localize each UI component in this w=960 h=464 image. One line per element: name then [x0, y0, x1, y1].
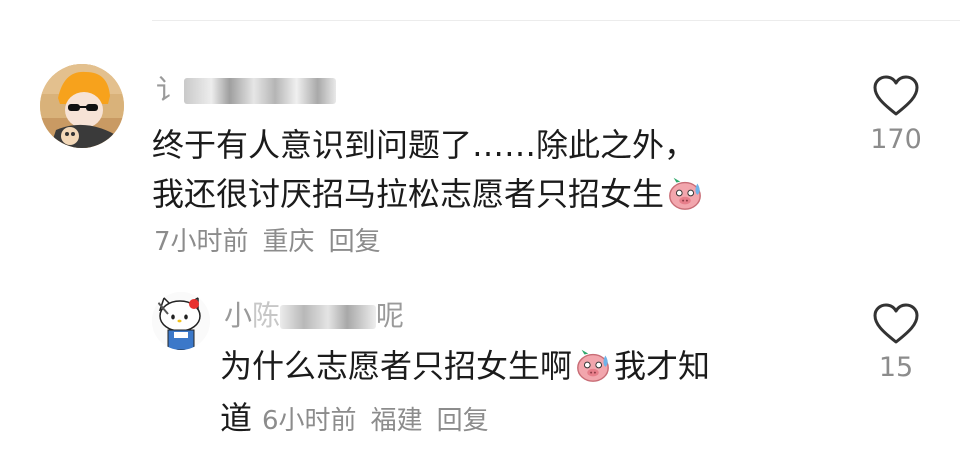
comment-time: 7小时前 [154, 227, 249, 257]
reply-text-line-2: 道 6小时前 福建 回复 [220, 398, 489, 439]
username-blur [184, 78, 337, 104]
username-visible-text: 讠 [156, 73, 185, 106]
comment-location: 重庆 [262, 227, 315, 257]
top-divider [152, 20, 960, 21]
avatar-image [40, 64, 124, 148]
reply-location: 福建 [370, 406, 423, 436]
like-count: 15 [878, 352, 914, 383]
reply-text-tail: 道 [220, 399, 253, 437]
username-visible-text-start: 小 [224, 299, 253, 332]
reply-text-line-1: 为什么志愿者只招女生啊 我才知 [220, 342, 710, 391]
comment-text-line-2: 我还很讨厌招马拉松志愿者只招女生 [152, 170, 706, 219]
pig-sweat-emoji-icon [669, 177, 701, 210]
username-visible-text-end: 呢 [376, 299, 405, 332]
reply-text: 为什么志愿者只招女生啊 [220, 347, 573, 385]
comment-meta: 7小时前 重庆 回复 [154, 224, 381, 260]
heart-icon [873, 303, 919, 344]
reply-button[interactable]: 回复 [329, 227, 381, 257]
reply-meta: 6小时前 福建 回复 [262, 406, 489, 436]
comment-text: 我还很讨厌招马拉松志愿者只招女生 [152, 175, 665, 213]
reply-text-cont: 我才知 [614, 347, 711, 385]
reply-time: 6小时前 [262, 406, 357, 436]
like-count: 170 [870, 124, 922, 155]
commenter-avatar[interactable] [40, 64, 124, 148]
username-visible-text-mid: 陈 [252, 299, 281, 332]
replier-username[interactable]: 小陈 呢 [224, 294, 404, 334]
hello-kitty-avatar-image [152, 292, 210, 350]
username-blur [280, 305, 377, 329]
commenter-username[interactable]: 讠 [156, 68, 337, 108]
reply-button[interactable]: 回复 [437, 406, 489, 436]
like-button[interactable]: 15 [856, 302, 936, 383]
comment-text-line-1: 终于有人意识到问题了……除此之外， [152, 126, 697, 164]
heart-icon [873, 75, 919, 116]
like-button[interactable]: 170 [856, 74, 936, 155]
replier-avatar[interactable] [152, 292, 210, 350]
pig-sweat-emoji-icon [577, 349, 609, 382]
